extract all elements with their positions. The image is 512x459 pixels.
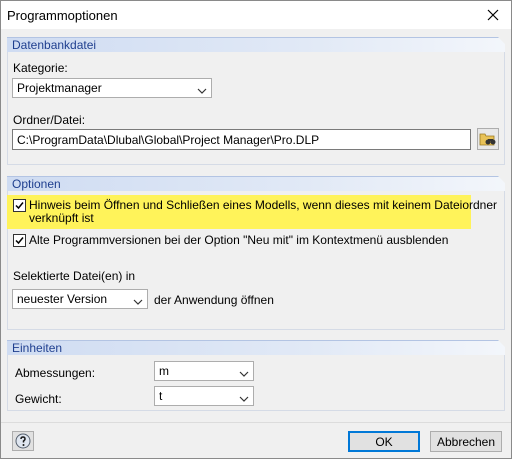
ordner-input[interactable]: C:\ProgramData\Dlubal\Global\Project Man… — [12, 129, 471, 150]
help-button[interactable] — [12, 431, 34, 451]
gewicht-label: Gewicht: — [15, 392, 62, 406]
selektierte-label: Selektierte Datei(en) in — [13, 269, 136, 283]
window-title: Programmoptionen — [7, 8, 118, 23]
anwendung-label: der Anwendung öffnen — [154, 293, 274, 307]
section-title-optionen: Optionen — [12, 177, 61, 191]
kategorie-select[interactable]: Projektmanager — [12, 78, 212, 98]
gewicht-value: t — [159, 389, 163, 403]
close-button[interactable] — [483, 5, 503, 25]
checkbox-hinweis-label-line2: verknüpft ist — [29, 211, 94, 225]
checkbox-hinweis[interactable] — [13, 199, 26, 212]
ordner-label: Ordner/Datei: — [13, 113, 86, 127]
checkbox-alte-versionen-label: Alte Programmversionen bei der Option "N… — [29, 233, 449, 247]
title-bar: Programmoptionen — [1, 1, 511, 29]
ok-button[interactable]: OK — [348, 431, 420, 452]
kategorie-value: Projektmanager — [17, 81, 102, 95]
chevron-down-icon — [133, 295, 143, 309]
browse-button[interactable] — [477, 128, 499, 150]
close-icon — [487, 9, 499, 21]
chevron-down-icon — [197, 84, 207, 98]
footer-separator — [1, 422, 511, 423]
ordner-value: C:\ProgramData\Dlubal\Global\Project Man… — [17, 133, 320, 147]
checkmark-icon — [15, 202, 24, 210]
checkbox-alte-versionen[interactable] — [13, 234, 26, 247]
chevron-down-icon — [239, 367, 249, 381]
checkmark-icon — [15, 237, 24, 245]
section-body-einheiten — [7, 355, 505, 411]
chevron-down-icon — [239, 392, 249, 406]
abmessungen-value: m — [159, 364, 169, 378]
abmessungen-select[interactable]: m — [154, 361, 254, 381]
section-header-einheiten: Einheiten — [7, 340, 506, 355]
kategorie-label: Kategorie: — [13, 61, 68, 75]
gewicht-select[interactable]: t — [154, 386, 254, 406]
options-dialog: Programmoptionen Datenbankdatei Kategori… — [0, 0, 512, 459]
section-title-datenbankdatei: Datenbankdatei — [12, 38, 97, 52]
version-select[interactable]: neuester Version — [12, 289, 148, 309]
abmessungen-label: Abmessungen: — [15, 366, 96, 380]
version-value: neuester Version — [17, 292, 108, 306]
help-icon — [15, 433, 31, 449]
folder-binoculars-icon — [479, 133, 496, 146]
checkbox-hinweis-label-line1: Hinweis beim Öffnen und Schließen eines … — [29, 198, 498, 212]
section-header-optionen: Optionen — [7, 176, 506, 191]
cancel-button[interactable]: Abbrechen — [430, 431, 502, 452]
section-header-datenbankdatei: Datenbankdatei — [7, 37, 506, 52]
section-title-einheiten: Einheiten — [12, 341, 63, 355]
